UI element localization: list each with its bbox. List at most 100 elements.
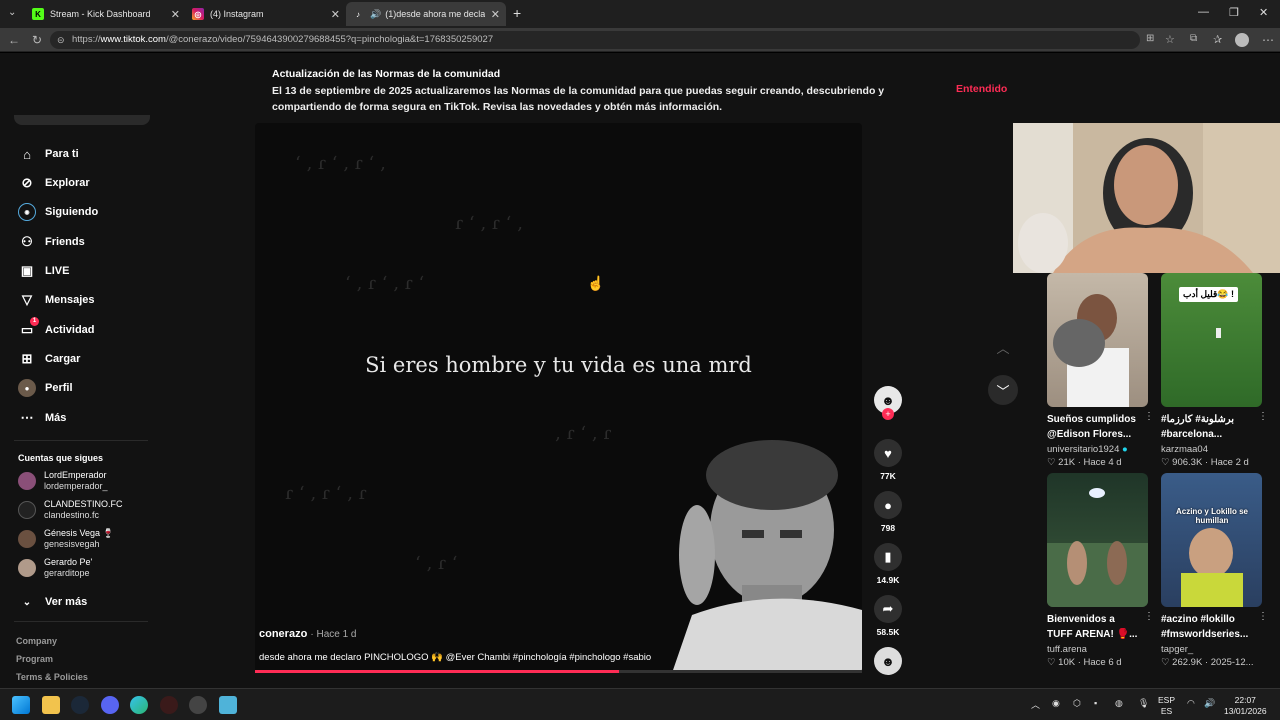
sidebar-item-mas[interactable]: ⋯ Más: [18, 409, 67, 427]
tab-kick[interactable]: K Stream - Kick Dashboard ✕: [26, 2, 186, 26]
thumbnail-image: [1047, 488, 1148, 607]
video-author[interactable]: conerazo · Hace 1 d: [259, 628, 357, 640]
next-video-button[interactable]: ﹀: [988, 375, 1018, 405]
minimize-icon[interactable]: —: [1198, 6, 1209, 18]
video-time: · Hace 1 d: [310, 629, 357, 640]
discord-icon[interactable]: [101, 696, 119, 714]
background-pattern: ʻ ‚ ɾ ʻ ‚ ɾ ʻ: [345, 273, 425, 294]
avatar: [18, 472, 36, 490]
language-indicator[interactable]: ESP ES: [1158, 695, 1175, 717]
window-close-icon[interactable]: ✕: [1259, 6, 1268, 19]
recommended-video-card[interactable]: قليل أدب😂 ! #برشلونة# كارزما #barcelona.…: [1161, 273, 1268, 468]
footer-link-terms[interactable]: Terms & Policies: [16, 672, 88, 682]
browser-menu-icon[interactable]: ⋯: [1262, 33, 1274, 47]
sidebar-item-cargar[interactable]: ⊞ Cargar: [18, 350, 81, 368]
extensions-icon[interactable]: ⧉: [1190, 33, 1197, 44]
close-icon[interactable]: ✕: [331, 8, 340, 21]
account-genesisvega[interactable]: Génesis Vega 🍷 genesisvegah: [18, 528, 114, 550]
tray-app-icon[interactable]: ⬡: [1073, 698, 1081, 709]
video-progress-bar[interactable]: [255, 670, 862, 673]
card-date: Hace 6 d: [1083, 657, 1122, 668]
background-pattern: ɾ ʻ ‚ ɾ ʻ ‚: [455, 213, 523, 234]
restore-icon[interactable]: ❐: [1229, 6, 1239, 19]
follow-plus-icon[interactable]: +: [882, 408, 894, 420]
card-author-name: universitario1924: [1047, 444, 1120, 455]
heart-icon: ♡: [1161, 657, 1170, 668]
sidebar-item-live[interactable]: ▣ LIVE: [18, 262, 70, 280]
url-field[interactable]: ⊝ https://www.tiktok.com/@conerazo/video…: [50, 31, 1140, 49]
tray-app-icon[interactable]: ◉: [1052, 698, 1060, 709]
file-explorer-icon[interactable]: [42, 696, 60, 714]
reload-icon[interactable]: ↻: [32, 33, 42, 47]
recommended-video-card[interactable]: Bienvenidos a TUFF ARENA! 🥊... tuff.aren…: [1047, 473, 1154, 668]
video-player[interactable]: ʻ ‚ ɾ ʻ ‚ ɾ ʻ ‚ ɾ ʻ ‚ ɾ ʻ ‚ ʻ ‚ ɾ ʻ ‚ ɾ …: [255, 123, 862, 673]
microphone-icon[interactable]: 🎙: [1138, 698, 1149, 709]
see-more-button[interactable]: ⌄ Ver más: [18, 593, 87, 611]
tray-expand-icon[interactable]: ︿: [1031, 698, 1040, 711]
account-handle: clandestino.fc: [44, 510, 100, 520]
divider: [14, 440, 148, 441]
account-clandestino[interactable]: CLANDESTINO.FC clandestino.fc: [18, 499, 123, 521]
footer-link-program[interactable]: Program: [16, 654, 53, 664]
wifi-icon[interactable]: ◠: [1187, 698, 1195, 709]
steam-tray-icon[interactable]: ◍: [1115, 698, 1123, 709]
clock[interactable]: 22:07 13/01/2026: [1224, 695, 1267, 717]
account-lordemperador[interactable]: LordEmperador lordemperador_: [18, 470, 108, 492]
sidebar-item-actividad[interactable]: ▭ 1 Actividad: [18, 317, 95, 339]
recommended-video-card[interactable]: Aczino y Lokillo se humillan #aczino #lo…: [1161, 473, 1268, 668]
sidebar-item-friends[interactable]: ⚇ Friends: [18, 233, 85, 251]
share-button[interactable]: ➦ 58.5K: [874, 595, 902, 637]
tab-tiktok[interactable]: ♪ 🔊 (1)desde ahora me declaro Pi ✕: [346, 2, 506, 26]
sidebar-item-para-ti[interactable]: ⌂ Para ti: [18, 145, 79, 163]
recommended-video-card[interactable]: Sueños cumplidos @Edison Flores... unive…: [1047, 273, 1154, 468]
account-gerardo[interactable]: Gerardo Pe' gerarditope: [18, 557, 92, 579]
creator-avatar-button[interactable]: ☻ +: [874, 386, 902, 420]
obs-icon[interactable]: [160, 696, 178, 714]
tiktok-icon: ♪: [356, 9, 360, 19]
notepad-icon[interactable]: [219, 696, 237, 714]
speaker-icon[interactable]: 🔊: [370, 9, 381, 20]
new-tab-icon[interactable]: +: [513, 5, 521, 21]
comment-button[interactable]: ● 798: [874, 491, 902, 533]
sidebar-item-perfil[interactable]: ● Perfil: [18, 379, 73, 397]
sidebar-item-explorar[interactable]: ⊘ Explorar: [18, 174, 90, 192]
favorites-icon[interactable]: ✰: [1213, 33, 1222, 46]
comment-icon: ●: [874, 491, 902, 519]
more-options-icon[interactable]: ⋮: [1258, 411, 1268, 422]
tab-instagram[interactable]: ◎ (4) Instagram ✕: [186, 2, 346, 26]
windows-start-icon[interactable]: [12, 696, 30, 714]
split-screen-icon[interactable]: ⊞: [1146, 33, 1154, 44]
more-options-icon[interactable]: ⋮: [1258, 611, 1268, 622]
footer-link-company[interactable]: Company: [16, 636, 57, 646]
profile-icon: ●: [18, 379, 36, 397]
more-options-icon[interactable]: ⋮: [1144, 611, 1154, 622]
sidebar-item-label: Mensajes: [45, 294, 95, 306]
edge-icon[interactable]: [130, 696, 148, 714]
favorite-star-icon[interactable]: ☆: [1165, 33, 1175, 46]
close-icon[interactable]: ✕: [491, 8, 500, 21]
banner-accept-button[interactable]: Entendido: [956, 83, 1007, 95]
search-box[interactable]: [14, 115, 150, 125]
music-disc[interactable]: ☻: [874, 647, 902, 675]
card-views: 262.9K: [1172, 657, 1203, 668]
hand-cursor-icon: ☝: [587, 275, 605, 291]
steam-icon[interactable]: [71, 696, 89, 714]
app-icon[interactable]: [189, 696, 207, 714]
more-options-icon[interactable]: ⋮: [1144, 411, 1154, 422]
like-button[interactable]: ♥ 77K: [874, 439, 902, 481]
sidebar-item-mensajes[interactable]: ▽ Mensajes: [18, 291, 95, 309]
volume-icon[interactable]: 🔊: [1204, 698, 1215, 709]
tab-list-icon[interactable]: ⌄: [8, 7, 16, 18]
site-info-icon[interactable]: ⊝: [57, 31, 65, 49]
tiktok-page: Actualización de las Normas de la comuni…: [0, 53, 1280, 688]
back-icon[interactable]: ←: [8, 33, 20, 47]
like-count: 77K: [880, 471, 896, 481]
banner-title: Actualización de las Normas de la comuni…: [272, 68, 501, 80]
sidebar-item-siguiendo[interactable]: ◉ Siguiendo: [18, 203, 98, 221]
close-icon[interactable]: ✕: [171, 8, 180, 21]
save-button[interactable]: ▮ 14.9K: [874, 543, 902, 585]
tray-app-icon[interactable]: ▪: [1094, 698, 1097, 708]
previous-video-button[interactable]: ︿: [988, 332, 1018, 362]
home-icon: ⌂: [23, 146, 31, 162]
profile-avatar-icon[interactable]: [1235, 33, 1249, 47]
